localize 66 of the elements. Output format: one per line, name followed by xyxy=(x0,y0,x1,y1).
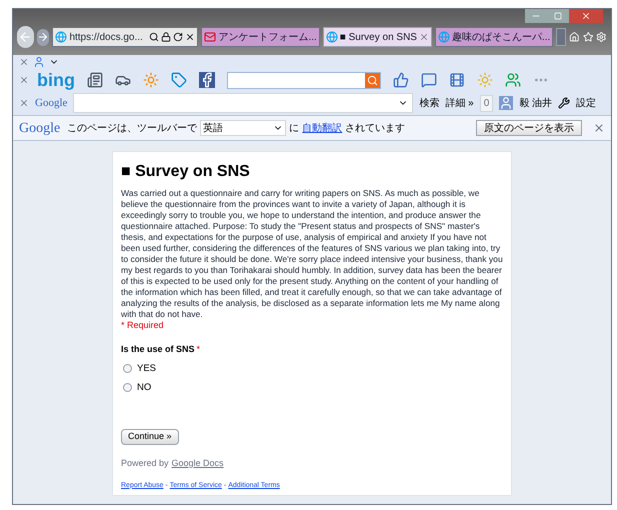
lock-icon xyxy=(161,32,172,42)
option-label: YES xyxy=(137,362,156,376)
back-button[interactable] xyxy=(17,26,34,48)
search-field[interactable] xyxy=(227,72,381,88)
people-icon[interactable] xyxy=(505,72,521,88)
tag-icon[interactable] xyxy=(171,72,187,88)
show-original-button[interactable]: 原文のページを表示 xyxy=(476,120,582,136)
globe-icon xyxy=(438,31,450,43)
form-title: ■ Survey on SNS xyxy=(121,162,251,182)
form-description: Was carried out a questionnaire and carry for writing papers on SNS. As much as possible, we believe the questionnaire from the provinces want to invite a variety of Japan, although it is exceedingly sorry to trouble you, we hope to understand the intention, and produce answer the questionnaire attached. Purpose: To study the "Present status and prospects of SNS" master's thesis, and expectations for the purpose of use, analysis of empirical and anxiety If you have not been used further, considering the differences of the features of SNS various we plan taking into, try to consider the future it should be done. We're sorry place indeed intensive your business, thank you my best regards to you than Torihakarai should humbly. In addition, survey data has been the bearer of this is expected to be used only for the present study. Anything on the content of your handling of the information which has been filled, and treat it carefully enough, so that we can take advantage of analyzing the results of the analysis, be disclosed as a separate information lets me My name along with that do not have. xyxy=(121,188,503,320)
close-icon[interactable] xyxy=(418,32,429,42)
film-icon[interactable] xyxy=(449,72,465,88)
more-button[interactable]: 詳細 » xyxy=(445,96,474,110)
radio-button[interactable] xyxy=(123,383,132,392)
maximize-button[interactable] xyxy=(547,9,569,23)
search-icon xyxy=(149,32,160,42)
option-label: NO xyxy=(137,380,152,395)
close-button[interactable] xyxy=(569,9,603,23)
wrench-icon[interactable] xyxy=(558,97,570,109)
required-mark: * xyxy=(196,343,200,356)
mail-icon xyxy=(204,31,216,43)
forward-button[interactable] xyxy=(36,28,50,46)
close-icon xyxy=(581,11,591,21)
chat-icon[interactable] xyxy=(421,72,437,88)
url-text: https://docs.go... xyxy=(69,30,143,44)
globe-icon xyxy=(326,31,338,43)
address-bar[interactable]: https://docs.go... xyxy=(52,27,198,47)
maximize-icon xyxy=(554,12,562,20)
close-icon[interactable] xyxy=(593,122,605,134)
browser-tab[interactable]: 趣味のぱそこんーパ... xyxy=(434,27,554,47)
search-icon[interactable] xyxy=(365,72,380,88)
google-logo: Google xyxy=(19,120,60,138)
translate-text: に xyxy=(289,122,300,136)
facebook-icon[interactable] xyxy=(199,72,215,88)
google-docs-link[interactable]: Google Docs xyxy=(172,457,224,470)
continue-button[interactable]: Continue » xyxy=(121,429,179,445)
close-icon[interactable] xyxy=(19,57,29,67)
user-icon[interactable] xyxy=(33,56,45,68)
radio-button[interactable] xyxy=(123,364,132,374)
translate-text: されています xyxy=(345,122,406,136)
settings-icon[interactable] xyxy=(596,30,607,44)
settings-button[interactable]: 設定 xyxy=(576,96,596,110)
powered-by-text: Powered by xyxy=(121,457,169,470)
star-icon[interactable] xyxy=(582,30,594,44)
user-icon xyxy=(499,96,514,110)
close-icon[interactable] xyxy=(19,75,29,85)
newspaper-icon[interactable] xyxy=(87,72,103,88)
user-button[interactable]: 毅 油井 xyxy=(519,96,552,110)
question-label: Is the use of SNS xyxy=(121,343,195,356)
browser-tab[interactable]: アンケートフォーム... xyxy=(201,27,320,47)
browser-tab[interactable]: ■ Survey on SNS xyxy=(322,27,432,47)
auto-translate-link[interactable]: 自動翻訳 xyxy=(302,120,342,136)
required-note: * Required xyxy=(121,320,165,331)
forward-arrow-icon xyxy=(37,31,50,43)
globe-icon xyxy=(55,31,68,43)
close-icon[interactable] xyxy=(19,98,29,108)
search-button[interactable]: 検索 xyxy=(419,96,440,110)
search-field[interactable] xyxy=(73,93,414,113)
count-badge: 0 xyxy=(480,94,494,112)
google-logo[interactable]: Google xyxy=(35,94,68,112)
refresh-icon[interactable] xyxy=(173,32,184,42)
thumbs-up-icon[interactable] xyxy=(393,72,409,88)
home-icon[interactable] xyxy=(569,30,580,44)
translate-text: このページは、ツールバーで xyxy=(67,122,198,136)
stop-icon[interactable] xyxy=(185,32,196,42)
language-select[interactable]: 英語 xyxy=(200,120,286,136)
